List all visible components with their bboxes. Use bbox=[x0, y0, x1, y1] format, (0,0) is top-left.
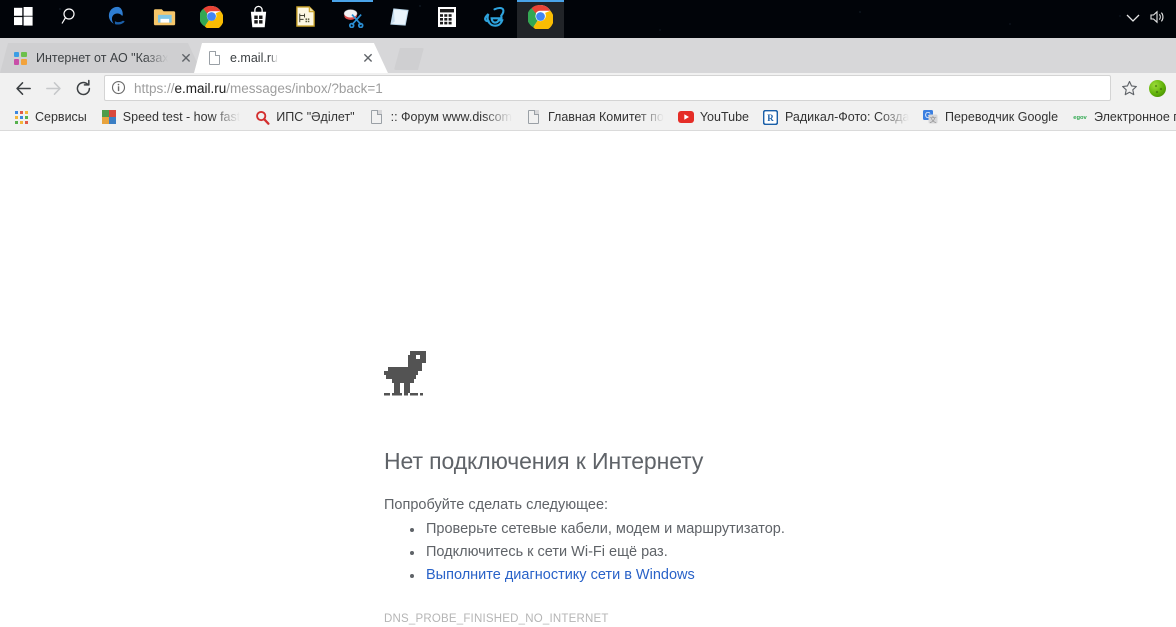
radikal-icon: R bbox=[763, 109, 779, 125]
page-viewport: Нет подключения к Интернету Попробуйте с… bbox=[0, 131, 1176, 626]
taskbar-calculator[interactable] bbox=[423, 0, 470, 38]
back-button[interactable] bbox=[8, 74, 38, 102]
edge-icon bbox=[106, 5, 129, 33]
network-error-page: Нет подключения к Интернету Попробуйте с… bbox=[384, 351, 984, 625]
notepad-icon bbox=[388, 6, 411, 32]
chrome-icon bbox=[528, 4, 553, 34]
egov-icon: egov bbox=[1072, 109, 1088, 125]
calculator-icon bbox=[437, 6, 457, 33]
bookmark-youtube[interactable]: YouTube bbox=[671, 107, 756, 128]
bookmark-label: Переводчик Google bbox=[945, 110, 1058, 124]
svg-text:egov: egov bbox=[1073, 115, 1087, 121]
svg-text:R: R bbox=[768, 113, 775, 123]
system-tray bbox=[1126, 10, 1176, 29]
info-circle-icon[interactable] bbox=[111, 80, 127, 96]
tab-strip: Интернет от АО "Казахт ✕ e.mail.ru ✕ bbox=[0, 38, 1176, 73]
browser-toolbar: https://e.mail.ru/messages/inbox/?back=1 bbox=[0, 73, 1176, 104]
youtube-icon bbox=[678, 109, 694, 125]
taskbar-chrome-1[interactable] bbox=[188, 0, 235, 38]
bookmark-servisy[interactable]: Сервисы bbox=[6, 107, 94, 128]
bookmark-ips-adilet[interactable]: ИПС "Әділет" bbox=[247, 107, 361, 128]
page-title: Нет подключения к Интернету bbox=[384, 448, 984, 475]
folder-icon bbox=[153, 6, 177, 32]
search-icon bbox=[61, 7, 80, 31]
generic-page-icon bbox=[206, 50, 222, 66]
url-host: e.mail.ru bbox=[175, 81, 227, 96]
taskbar-snipping-tool[interactable] bbox=[329, 0, 376, 38]
suggestion-item-link[interactable]: Выполните диагностику сети в Windows bbox=[384, 564, 984, 587]
scissors-icon bbox=[341, 5, 364, 33]
bookmark-star-icon[interactable] bbox=[1115, 75, 1143, 101]
tab-close-button[interactable]: ✕ bbox=[178, 50, 194, 66]
bookmark-label: :: Форум www.discom bbox=[391, 110, 512, 124]
bookmark-label: Главная Комитет по bbox=[548, 110, 664, 124]
taskbar-sticky-notes[interactable] bbox=[376, 0, 423, 38]
windows-taskbar bbox=[0, 0, 1176, 38]
bookmark-label: YouTube bbox=[700, 110, 749, 124]
bookmark-egov[interactable]: egov Электронное правит bbox=[1065, 107, 1176, 128]
bookmark-radikal-foto[interactable]: R Радикал-Фото: Созда bbox=[756, 107, 916, 128]
generic-page-icon bbox=[369, 109, 385, 125]
bookmark-label: Speed test - how fast bbox=[123, 110, 240, 124]
chrome-icon bbox=[200, 5, 223, 33]
tab-emailru[interactable]: e.mail.ru ✕ bbox=[194, 43, 388, 73]
tab-kazakhtelecom[interactable]: Интернет от АО "Казахт ✕ bbox=[0, 43, 202, 73]
bookmark-forum-discom[interactable]: :: Форум www.discom bbox=[362, 107, 519, 128]
taskbar-store[interactable] bbox=[235, 0, 282, 38]
bookmark-label: Радикал-Фото: Созда bbox=[785, 110, 909, 124]
search-red-icon bbox=[254, 109, 270, 125]
error-lead-text: Попробуйте сделать следующее: bbox=[384, 497, 984, 513]
chevron-up-icon[interactable] bbox=[1126, 10, 1140, 28]
taskbar-edge[interactable] bbox=[94, 0, 141, 38]
url-path: /messages/inbox/?back=1 bbox=[226, 81, 382, 96]
taskbar-chrome-active[interactable] bbox=[517, 0, 564, 38]
svg-text:文: 文 bbox=[930, 115, 937, 124]
taskbar-internet-explorer[interactable] bbox=[470, 0, 517, 38]
forward-button bbox=[38, 74, 68, 102]
suggestion-list: Проверьте сетевые кабели, модем и маршру… bbox=[384, 518, 984, 587]
apps-grid-icon bbox=[13, 109, 29, 125]
profile-avatar-icon[interactable] bbox=[1149, 80, 1166, 97]
suggestion-text: Подключитесь к сети Wi-Fi ещё раз. bbox=[426, 544, 668, 560]
reload-button[interactable] bbox=[68, 74, 98, 102]
search-button[interactable] bbox=[47, 0, 94, 38]
windows-logo-icon bbox=[14, 7, 33, 31]
url-scheme: https:// bbox=[134, 81, 175, 96]
bookmark-google-translate[interactable]: G文 Переводчик Google bbox=[916, 107, 1065, 128]
bookmark-label: ИПС "Әділет" bbox=[276, 110, 354, 124]
bookmark-glavnaya-komitet[interactable]: Главная Комитет по bbox=[519, 107, 671, 128]
bookmark-label: Сервисы bbox=[35, 110, 87, 124]
error-code: DNS_PROBE_FINISHED_NO_INTERNET bbox=[384, 613, 984, 625]
speaker-icon[interactable] bbox=[1150, 10, 1166, 29]
speedtest-icon bbox=[101, 109, 117, 125]
suggestion-text: Проверьте сетевые кабели, модем и маршру… bbox=[426, 521, 785, 537]
start-button[interactable] bbox=[0, 0, 47, 38]
document-edit-icon bbox=[295, 5, 316, 33]
address-bar[interactable]: https://e.mail.ru/messages/inbox/?back=1 bbox=[104, 75, 1111, 101]
windows-color-grid-icon bbox=[12, 50, 28, 66]
internet-explorer-icon bbox=[482, 5, 506, 34]
taskbar-notes-app[interactable] bbox=[282, 0, 329, 38]
dinosaur-icon bbox=[384, 351, 428, 399]
bookmarks-bar: Сервисы Speed test - how fast ИПС "Әділе… bbox=[0, 104, 1176, 131]
suggestion-item: Подключитесь к сети Wi-Fi ещё раз. bbox=[384, 541, 984, 564]
network-diagnostics-link[interactable]: Выполните диагностику сети в Windows bbox=[426, 567, 695, 583]
suggestion-item: Проверьте сетевые кабели, модем и маршру… bbox=[384, 518, 984, 541]
generic-page-icon bbox=[526, 109, 542, 125]
store-icon bbox=[248, 5, 269, 33]
taskbar-explorer[interactable] bbox=[141, 0, 188, 38]
tab-title: Интернет от АО "Казахт bbox=[36, 51, 168, 65]
chrome-browser-window: Интернет от АО "Казахт ✕ e.mail.ru ✕ htt… bbox=[0, 38, 1176, 626]
url-text: https://e.mail.ru/messages/inbox/?back=1 bbox=[134, 81, 383, 96]
google-translate-icon: G文 bbox=[923, 109, 939, 125]
tab-close-button[interactable]: ✕ bbox=[360, 50, 376, 66]
bookmark-speedtest[interactable]: Speed test - how fast bbox=[94, 107, 247, 128]
new-tab-button[interactable] bbox=[394, 48, 424, 70]
tab-title: e.mail.ru bbox=[230, 51, 278, 65]
bookmark-label: Электронное правит bbox=[1094, 110, 1176, 124]
